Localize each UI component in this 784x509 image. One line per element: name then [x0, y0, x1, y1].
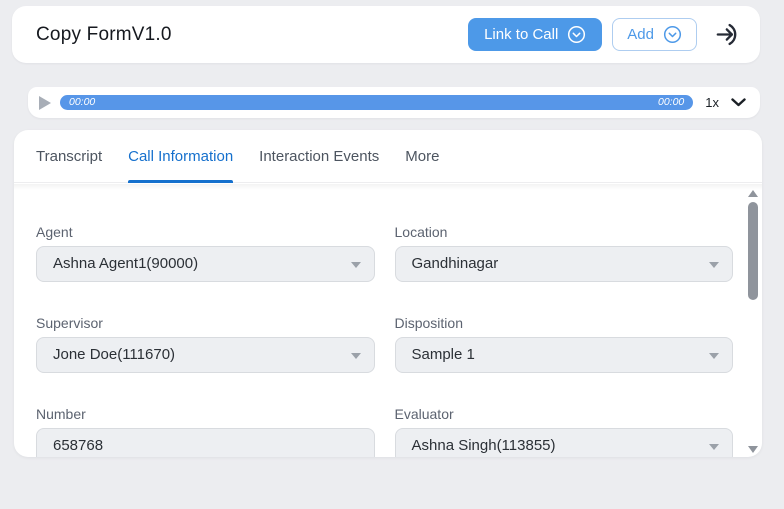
field-disposition: Disposition Sample 1	[395, 315, 734, 373]
agent-dropdown[interactable]: Ashna Agent1(90000)	[36, 246, 375, 282]
tab-more[interactable]: More	[405, 130, 439, 183]
tab-transcript[interactable]: Transcript	[36, 130, 102, 183]
supervisor-dropdown[interactable]: Jone Doe(111670)	[36, 337, 375, 373]
login-arrow-icon[interactable]	[715, 21, 742, 48]
number-input[interactable]: 658768	[36, 428, 375, 457]
audio-player: 00:00 00:00 1x	[28, 87, 760, 118]
scrollbar-down-icon[interactable]	[748, 446, 758, 453]
field-label: Evaluator	[395, 406, 734, 422]
call-information-form: Agent Ashna Agent1(90000) Location Gandh…	[36, 183, 733, 457]
dropdown-caret-icon	[351, 262, 361, 268]
field-label: Location	[395, 224, 734, 240]
dropdown-caret-icon	[709, 262, 719, 268]
scrollbar-up-icon[interactable]	[748, 190, 758, 197]
chevron-down-icon[interactable]	[725, 98, 754, 107]
current-time: 00:00	[69, 95, 95, 110]
evaluator-dropdown[interactable]: Ashna Singh(113855)	[395, 428, 734, 457]
dropdown-caret-icon	[709, 444, 719, 450]
playback-speed[interactable]: 1x	[705, 95, 719, 110]
add-button[interactable]: Add	[612, 18, 697, 51]
location-dropdown[interactable]: Gandhinagar	[395, 246, 734, 282]
chevron-down-circle-icon	[663, 25, 682, 44]
field-supervisor: Supervisor Jone Doe(111670)	[36, 315, 375, 373]
dropdown-caret-icon	[351, 353, 361, 359]
evaluator-value: Ashna Singh(113855)	[412, 437, 556, 454]
dropdown-caret-icon	[709, 353, 719, 359]
scrollbar-thumb[interactable]	[748, 202, 758, 300]
field-evaluator: Evaluator Ashna Singh(113855)	[395, 406, 734, 457]
location-value: Gandhinagar	[412, 255, 499, 272]
tab-interaction-events[interactable]: Interaction Events	[259, 130, 379, 183]
field-label: Agent	[36, 224, 375, 240]
field-label: Disposition	[395, 315, 734, 331]
supervisor-value: Jone Doe(111670)	[53, 346, 175, 363]
field-number: Number 658768	[36, 406, 375, 457]
field-location: Location Gandhinagar	[395, 224, 734, 282]
scrollbar	[747, 188, 759, 455]
page-title: Copy FormV1.0	[36, 24, 458, 46]
link-to-call-label: Link to Call	[484, 26, 558, 43]
field-label: Supervisor	[36, 315, 375, 331]
add-label: Add	[627, 26, 654, 43]
play-icon[interactable]	[39, 96, 51, 110]
tab-call-information[interactable]: Call Information	[128, 130, 233, 183]
tab-bar: Transcript Call Information Interaction …	[14, 130, 762, 183]
main-card: Transcript Call Information Interaction …	[14, 130, 762, 457]
end-time: 00:00	[658, 95, 684, 110]
player-progress-bar[interactable]: 00:00 00:00	[60, 95, 693, 110]
chevron-down-circle-icon	[567, 25, 586, 44]
number-value: 658768	[53, 437, 103, 454]
disposition-value: Sample 1	[412, 346, 475, 363]
field-label: Number	[36, 406, 375, 422]
disposition-dropdown[interactable]: Sample 1	[395, 337, 734, 373]
header-card: Copy FormV1.0 Link to Call Add	[12, 6, 760, 63]
field-agent: Agent Ashna Agent1(90000)	[36, 224, 375, 282]
agent-value: Ashna Agent1(90000)	[53, 255, 198, 272]
link-to-call-button[interactable]: Link to Call	[468, 18, 602, 51]
